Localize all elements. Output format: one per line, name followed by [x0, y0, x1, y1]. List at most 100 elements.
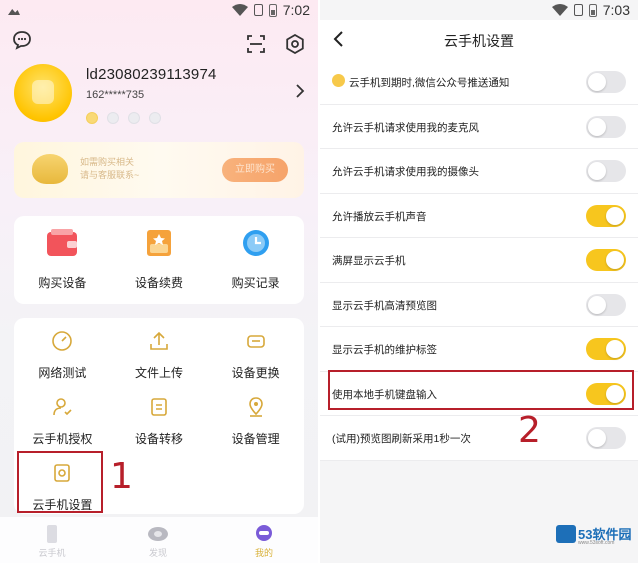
battery-icon — [588, 3, 597, 17]
tab-me-label: 我的 — [254, 548, 273, 558]
sim-icon — [573, 4, 583, 16]
device-manage-icon — [248, 397, 263, 417]
settings-header: 云手机设置 — [320, 20, 638, 60]
setting-label: (试用)预览图刷新采用1秒一次 — [332, 433, 471, 445]
settings-screen: 7:03 云手机设置 云手机到期时,微信公众号推送通知 允许云手机请求使用我的麦… — [320, 0, 638, 563]
setting-row-microphone: 允许云手机请求使用我的麦克风 — [320, 104, 638, 149]
tab-cloud-phone-label: 云手机 — [38, 548, 66, 558]
profile-header[interactable]: ld23080239113974 162*****735 — [14, 64, 310, 126]
annotation-number-2: 2 — [518, 410, 541, 451]
setting-label: 允许播放云手机声音 — [332, 210, 427, 223]
wifi-icon — [551, 4, 568, 16]
toggle-switch[interactable] — [586, 204, 626, 227]
watermark-logo-icon — [556, 525, 576, 543]
wifi-icon — [231, 4, 248, 16]
chat-icon[interactable] — [12, 30, 32, 50]
network-test-button[interactable]: 网络测试 — [14, 318, 111, 380]
user-id: ld23080239113974 — [86, 66, 217, 83]
tab-cloud-phone[interactable]: 云手机 — [22, 524, 82, 559]
toggle-switch[interactable] — [586, 427, 626, 449]
device-swap-label: 设备更换 — [231, 366, 280, 380]
setting-row-fullscreen: 满屏显示云手机 — [320, 238, 638, 283]
purchase-history-button[interactable]: 购买记录 — [207, 216, 304, 304]
device-swap-button[interactable]: 设备更换 — [207, 318, 304, 380]
status-bar: 7:02 — [0, 0, 318, 20]
discover-tab-icon — [148, 527, 168, 541]
setting-label: 云手机到期时,微信公众号推送通知 — [349, 77, 510, 89]
setting-label: 允许云手机请求使用我的麦克风 — [332, 121, 479, 134]
badge-dot-icon — [149, 112, 161, 124]
promo-buy-button[interactable]: 立即购买 — [222, 158, 288, 182]
renew-device-button[interactable]: 设备续费 — [111, 216, 208, 304]
setting-label: 满屏显示云手机 — [332, 255, 406, 267]
swap-icon — [246, 335, 265, 348]
annotation-number-1: 1 — [110, 456, 133, 497]
purchase-history-label: 购买记录 — [231, 276, 280, 290]
status-time: 7:02 — [282, 2, 310, 18]
transfer-icon — [151, 398, 167, 416]
avatar[interactable] — [14, 64, 72, 122]
promo-text-line2: 请与客服联系~ — [80, 170, 140, 180]
tab-discover[interactable]: 发现 — [128, 524, 188, 559]
setting-label: 显示云手机的维护标签 — [332, 344, 437, 356]
badge-dot-icon — [128, 112, 140, 124]
device-manage-button[interactable]: 设备管理 — [207, 384, 304, 446]
speedometer-icon — [52, 331, 73, 351]
quick-actions-card: 购买设备 设备续费 购买记录 — [14, 216, 304, 304]
toggle-switch[interactable] — [586, 71, 626, 93]
status-bar: 7:03 — [320, 0, 638, 20]
user-auth-icon — [53, 398, 72, 416]
setting-row-expiry-notify: 云手机到期时,微信公众号推送通知 — [320, 60, 638, 105]
promo-text-line1: 如需购买相关 — [80, 157, 135, 167]
me-tab-icon — [256, 525, 272, 541]
network-test-label: 网络测试 — [38, 366, 87, 380]
toggle-switch[interactable] — [586, 338, 626, 360]
toggle-switch[interactable] — [586, 115, 626, 138]
setting-row-hd-preview: 显示云手机高清预览图 — [320, 282, 638, 327]
tab-me[interactable]: 我的 — [234, 524, 294, 559]
gear-icon[interactable] — [285, 34, 305, 54]
phone-auth-button[interactable]: 云手机授权 — [14, 384, 111, 446]
clock-icon — [242, 230, 269, 256]
sim-icon — [253, 4, 263, 16]
renew-icon — [147, 230, 171, 256]
setting-label: 显示云手机高清预览图 — [332, 299, 437, 312]
device-transfer-label: 设备转移 — [135, 432, 184, 446]
phone-auth-label: 云手机授权 — [32, 432, 93, 446]
scan-icon[interactable] — [246, 34, 266, 54]
tab-discover-label: 发现 — [148, 548, 167, 558]
toggle-switch[interactable] — [586, 249, 626, 271]
page-title: 云手机设置 — [444, 33, 514, 49]
setting-row-maintenance-tag: 显示云手机的维护标签 — [320, 327, 638, 372]
setting-row-preview-refresh: (试用)预览图刷新采用1秒一次 — [320, 416, 638, 461]
setting-row-camera: 允许云手机请求使用我的摄像头 — [320, 149, 638, 194]
site-watermark: 53软件园 www.53soft.com — [556, 523, 632, 549]
account-screen: 7:02 ld23080239113974 162*****735 如需购买相关… — [0, 0, 318, 563]
annotation-box-1 — [17, 451, 103, 513]
buy-device-label: 购买设备 — [38, 276, 87, 290]
level-badges — [86, 112, 161, 124]
upload-icon — [150, 331, 168, 350]
badge-dot-icon — [107, 112, 119, 124]
setting-row-sound: 允许播放云手机声音 — [320, 193, 638, 238]
badge-dot-icon — [86, 112, 98, 124]
promo-gift-icon — [32, 154, 68, 184]
phone-tab-icon — [47, 525, 57, 543]
file-upload-button[interactable]: 文件上传 — [111, 318, 208, 380]
toggle-switch[interactable] — [586, 160, 626, 182]
promo-banner[interactable]: 如需购买相关 请与客服联系~ 立即购买 — [14, 142, 304, 198]
file-upload-label: 文件上传 — [135, 366, 184, 380]
wechat-badge-icon — [332, 74, 345, 87]
gallery-notification-icon — [8, 9, 20, 15]
device-manage-label: 设备管理 — [231, 432, 280, 446]
renew-device-label: 设备续费 — [135, 276, 184, 290]
setting-label: 允许云手机请求使用我的摄像头 — [332, 166, 479, 178]
battery-icon — [268, 3, 277, 17]
bottom-tab-bar: 云手机 发现 我的 — [0, 517, 318, 563]
buy-device-button[interactable]: 购买设备 — [14, 216, 111, 304]
toggle-switch[interactable] — [586, 293, 626, 316]
wallet-icon — [47, 229, 78, 256]
chevron-right-icon[interactable] — [294, 84, 306, 98]
status-time: 7:03 — [602, 2, 630, 18]
device-transfer-button[interactable]: 设备转移 — [111, 384, 208, 446]
